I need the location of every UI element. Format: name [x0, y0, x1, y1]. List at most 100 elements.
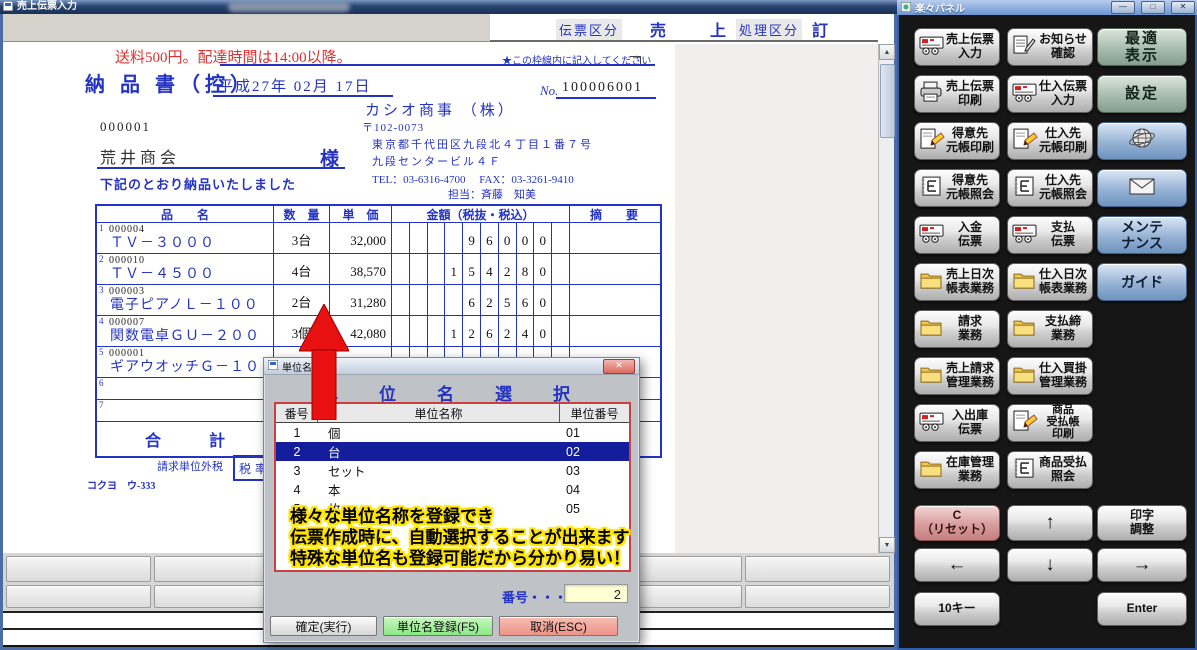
- table-cell[interactable]: 154280: [392, 254, 570, 284]
- function-key-slot[interactable]: [745, 556, 890, 582]
- document-date[interactable]: 平成27年 02月 17日: [218, 75, 372, 96]
- panel-button-purchase-payable-mgmt[interactable]: 仕入買掛 管理業務: [1007, 357, 1093, 395]
- amount-digit: 5: [462, 254, 480, 284]
- panel-button-supplier-ledger-print[interactable]: 仕入先 元帳印刷: [1007, 122, 1093, 160]
- panel-button-web[interactable]: [1097, 122, 1187, 160]
- register-unit-button[interactable]: 単位名登録(F5): [383, 616, 493, 636]
- panel-button-warehouse-slip[interactable]: 入出庫 伝票: [914, 404, 1000, 442]
- panel-button-deposit-slip[interactable]: 入金 伝票: [914, 216, 1000, 254]
- table-cell[interactable]: 126240: [392, 316, 570, 346]
- customer-code[interactable]: 000001: [100, 119, 151, 135]
- table-cell[interactable]: 3台: [274, 223, 330, 253]
- function-key-slot[interactable]: [6, 585, 151, 608]
- amount-digit: [409, 223, 427, 253]
- table-cell[interactable]: 4台: [274, 254, 330, 284]
- panel-button-arrow-up[interactable]: ↑: [1007, 505, 1093, 541]
- panel-button-label: 仕入伝票 入力: [1039, 80, 1087, 108]
- minimize-icon[interactable]: —: [1111, 1, 1135, 14]
- panel-button-sales-slip-input[interactable]: 売上伝票 入力: [914, 28, 1000, 66]
- unit-code: 01: [560, 423, 629, 442]
- customer-name[interactable]: 荒井商会: [100, 144, 180, 168]
- table-cell[interactable]: 1000004ＴＶ－３０００: [97, 223, 274, 253]
- panel-button-arrow-left[interactable]: ←: [914, 548, 1000, 582]
- panel-button-arrow-down[interactable]: ↓: [1007, 548, 1093, 582]
- table-cell[interactable]: 4000007関数電卓ＧＵ－２００: [97, 316, 274, 346]
- panel-button-mail[interactable]: [1097, 169, 1187, 207]
- panel-button-enter[interactable]: Enter: [1097, 592, 1187, 626]
- panel-button-payment-closing-work[interactable]: 支払締 業務: [1007, 310, 1093, 348]
- table-cell[interactable]: 38,570: [330, 254, 392, 284]
- panel-button-label: 支払締 業務: [1045, 315, 1081, 343]
- table-row[interactable]: 4000007関数電卓ＧＵ－２００3個42,080126240: [97, 316, 660, 347]
- function-key-slot[interactable]: [745, 585, 890, 608]
- item-price[interactable]: 32,000: [330, 223, 391, 253]
- panel-titlebar[interactable]: 楽々パネル — □ ✕: [897, 0, 1197, 15]
- panel-button-maintenance[interactable]: メンテ ナンス: [1097, 216, 1187, 254]
- cancel-button[interactable]: 取消(ESC): [499, 616, 618, 636]
- panel-button-goods-inquiry[interactable]: 商品受払 照会: [1007, 451, 1093, 489]
- panel-button-purchase-daily-reports[interactable]: 仕入日次 帳表業務: [1007, 263, 1093, 301]
- panel-button-optimal-display[interactable]: 最適 表示: [1097, 28, 1187, 66]
- panel-button-arrow-right[interactable]: →: [1097, 548, 1187, 582]
- scroll-down-button[interactable]: ▼: [879, 537, 895, 553]
- table-cell[interactable]: 6: [97, 378, 274, 399]
- panel-button-customer-ledger-inquiry[interactable]: 得意先 元帳照会: [914, 169, 1000, 207]
- confirm-button[interactable]: 確定(実行): [270, 616, 377, 636]
- item-amount: 96000: [392, 223, 569, 253]
- panel-button-print-adjust[interactable]: 印字 調整: [1097, 505, 1187, 541]
- table-cell[interactable]: [570, 285, 658, 315]
- panel-button-sales-daily-reports[interactable]: 売上日次 帳表業務: [914, 263, 1000, 301]
- unit-list-row[interactable]: 2台02: [276, 442, 629, 461]
- item-quantity[interactable]: 3台: [274, 223, 329, 253]
- panel-button-settings[interactable]: 設定: [1097, 75, 1187, 113]
- panel-button-supplier-ledger-inquiry[interactable]: 仕入先 元帳照会: [1007, 169, 1093, 207]
- unit-list-row[interactable]: 3セット03: [276, 461, 629, 480]
- list-header-cell: 単位番号: [560, 404, 629, 422]
- panel-button-billing-work[interactable]: 請求 業務: [914, 310, 1000, 348]
- panel-button-notice-check[interactable]: お知らせ 確認: [1007, 28, 1093, 66]
- table-cell[interactable]: [570, 254, 658, 284]
- table-cell[interactable]: 96000: [392, 223, 570, 253]
- table-cell[interactable]: [570, 223, 658, 253]
- panel-button-sales-billing-mgmt[interactable]: 売上請求 管理業務: [914, 357, 1000, 395]
- panel-button-customer-ledger-print[interactable]: 得意先 元帳印刷: [914, 122, 1000, 160]
- unit-name: 個: [318, 423, 560, 442]
- main-titlebar[interactable]: 売上伝票入力: [0, 0, 897, 14]
- table-cell[interactable]: 3000003電子ピアノＬ－１００: [97, 285, 274, 315]
- table-row[interactable]: 2000010ＴＶ－４５００4台38,570154280: [97, 254, 660, 285]
- slip-class-value[interactable]: 売 上: [650, 17, 740, 41]
- panel-button-purchase-slip-input[interactable]: 仕入伝票 入力: [1007, 75, 1093, 113]
- panel-button-sales-slip-print[interactable]: 売上伝票 印刷: [914, 75, 1000, 113]
- table-row[interactable]: 3000003電子ピアノＬ－１００2台31,28062560: [97, 285, 660, 316]
- table-cell[interactable]: 5000001ギアウオッチＧ－１０: [97, 347, 274, 377]
- table-cell[interactable]: 32,000: [330, 223, 392, 253]
- table-row[interactable]: 1000004ＴＶ－３０００3台32,00096000: [97, 223, 660, 254]
- panel-button-inventory-mgmt[interactable]: 在庫管理 業務: [914, 451, 1000, 489]
- function-key-slot[interactable]: [6, 556, 151, 582]
- close-icon[interactable]: ✕: [1171, 1, 1195, 14]
- close-icon[interactable]: ✕: [603, 359, 635, 374]
- vertical-scrollbar[interactable]: ▲ ▼: [878, 44, 894, 553]
- slip-number[interactable]: 100006001: [562, 80, 643, 96]
- promo-line: 様々な単位名称を登録でき: [290, 506, 630, 527]
- ledger-print-icon: [1012, 410, 1038, 436]
- table-cell[interactable]: 62560: [392, 285, 570, 315]
- panel-button-ten-key[interactable]: 10キー: [914, 592, 1000, 626]
- unit-list-row[interactable]: 4本04: [276, 480, 629, 499]
- scrollbar-thumb[interactable]: [880, 64, 895, 138]
- panel-button-guide[interactable]: ガイド: [1097, 263, 1187, 301]
- panel-button-payment-slip[interactable]: 支払 伝票: [1007, 216, 1093, 254]
- panel-button-goods-ledger-print[interactable]: 商品 受払帳 印刷: [1007, 404, 1093, 442]
- table-cell[interactable]: 7: [97, 400, 274, 421]
- table-cell[interactable]: [570, 316, 658, 346]
- amount-digit: 2: [498, 316, 516, 346]
- table-cell[interactable]: 2000010ＴＶ－４５００: [97, 254, 274, 284]
- item-quantity[interactable]: 4台: [274, 254, 329, 284]
- maximize-icon[interactable]: □: [1141, 1, 1165, 14]
- panel-button-c-reset[interactable]: C （リセット）: [914, 505, 1000, 541]
- item-price[interactable]: 38,570: [330, 254, 391, 284]
- table-cell[interactable]: 合 計: [97, 422, 274, 456]
- unit-list-row[interactable]: 1個01: [276, 423, 629, 442]
- scroll-up-button[interactable]: ▲: [879, 44, 895, 60]
- number-input[interactable]: 2: [564, 584, 628, 603]
